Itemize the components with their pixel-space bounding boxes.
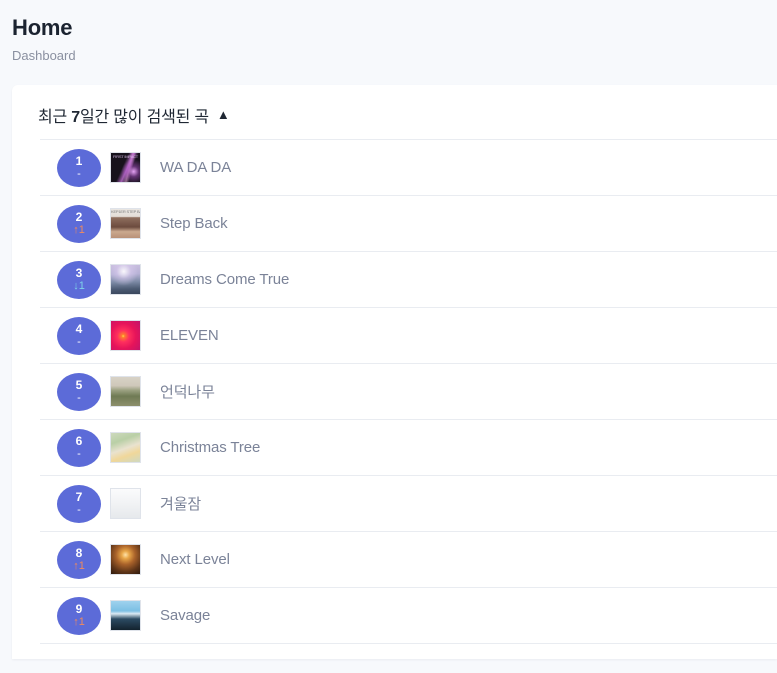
album-art-thumbnail: [110, 264, 141, 295]
album-art-label: FIRST IMPACT: [112, 155, 138, 159]
list-item[interactable]: 6 - Christmas Tree: [40, 420, 777, 476]
rank-delta: ↑1: [73, 560, 85, 572]
album-art-thumbnail: FIRST IMPACT: [110, 152, 141, 183]
rank-number: 6: [75, 434, 83, 448]
search-ranking-card: 최근 7일간 많이 검색된 곡 ▲ 1 - FIRST IMPACT WA DA…: [12, 85, 777, 659]
rank-number: 3: [75, 266, 83, 280]
rank-badge: 5 -: [57, 372, 101, 411]
rank-delta: ↑1: [73, 616, 85, 628]
album-art-label: KEP1ER STEP BACK: [111, 210, 140, 214]
album-art-thumbnail: [110, 320, 141, 351]
rank-delta: ↓1: [73, 280, 85, 292]
rank-delta: -: [77, 448, 81, 460]
rank-delta: -: [77, 392, 81, 404]
rank-delta: ↑1: [73, 224, 85, 236]
rank-delta: -: [77, 168, 81, 180]
album-art-thumbnail: [110, 544, 141, 575]
song-title: Christmas Tree: [160, 439, 261, 456]
song-title: 언덕나무: [160, 384, 215, 401]
rank-badge: 6 -: [57, 428, 101, 467]
album-art-thumbnail: [110, 600, 141, 631]
song-title: 겨울잠: [160, 496, 202, 513]
album-art-thumbnail: [110, 488, 141, 519]
list-item[interactable]: 4 - ELEVEN: [40, 308, 777, 364]
card-header: 최근 7일간 많이 검색된 곡 ▲: [12, 85, 777, 139]
song-title: Step Back: [160, 215, 228, 232]
list-item[interactable]: 5 - 언덕나무: [40, 364, 777, 420]
card-title-days: 7: [71, 109, 80, 126]
list-item[interactable]: 7 - 겨울잠: [40, 476, 777, 532]
rank-number: 9: [75, 602, 83, 616]
rank-badge: 4 -: [57, 316, 101, 355]
page-title: Home: [12, 15, 73, 40]
rank-number: 7: [75, 490, 83, 504]
song-title: ELEVEN: [160, 327, 219, 344]
list-item[interactable]: 3 ↓1 Dreams Come True: [40, 252, 777, 308]
list-item[interactable]: 2 ↑1 KEP1ER STEP BACK Step Back: [40, 196, 777, 252]
album-art-thumbnail: [110, 376, 141, 407]
rank-number: 8: [75, 546, 83, 560]
triangle-up-icon[interactable]: ▲: [217, 108, 230, 121]
list-item[interactable]: 9 ↑1 Savage: [40, 588, 777, 644]
song-title: Savage: [160, 607, 211, 624]
rank-badge: 3 ↓1: [57, 260, 101, 299]
rank-delta: -: [77, 336, 81, 348]
album-art-thumbnail: KEP1ER STEP BACK: [110, 208, 141, 239]
rank-delta: -: [77, 504, 81, 516]
rank-list: 1 - FIRST IMPACT WA DA DA 2 ↑1 KEP1ER ST…: [40, 139, 777, 644]
rank-badge: 7 -: [57, 484, 101, 523]
album-art-thumbnail: [110, 432, 141, 463]
page-header: Home Dashboard: [0, 0, 777, 85]
song-title: WA DA DA: [160, 159, 232, 176]
card-title: 최근 7일간 많이 검색된 곡: [38, 103, 209, 127]
song-title: Next Level: [160, 551, 230, 568]
rank-badge: 8 ↑1: [57, 540, 101, 579]
rank-number: 1: [75, 154, 83, 168]
rank-badge: 1 -: [57, 148, 101, 187]
card-title-suffix: 일간 많이 검색된 곡: [80, 109, 209, 126]
rank-badge: 9 ↑1: [57, 596, 101, 635]
rank-badge: 2 ↑1: [57, 204, 101, 243]
rank-number: 5: [75, 378, 83, 392]
rank-number: 2: [75, 210, 83, 224]
list-item[interactable]: 8 ↑1 Next Level: [40, 532, 777, 588]
card-title-prefix: 최근: [38, 109, 72, 126]
rank-number: 4: [75, 322, 83, 336]
page-subtitle: Dashboard: [12, 47, 76, 63]
list-item[interactable]: 1 - FIRST IMPACT WA DA DA: [40, 140, 777, 196]
song-title: Dreams Come True: [160, 271, 290, 288]
